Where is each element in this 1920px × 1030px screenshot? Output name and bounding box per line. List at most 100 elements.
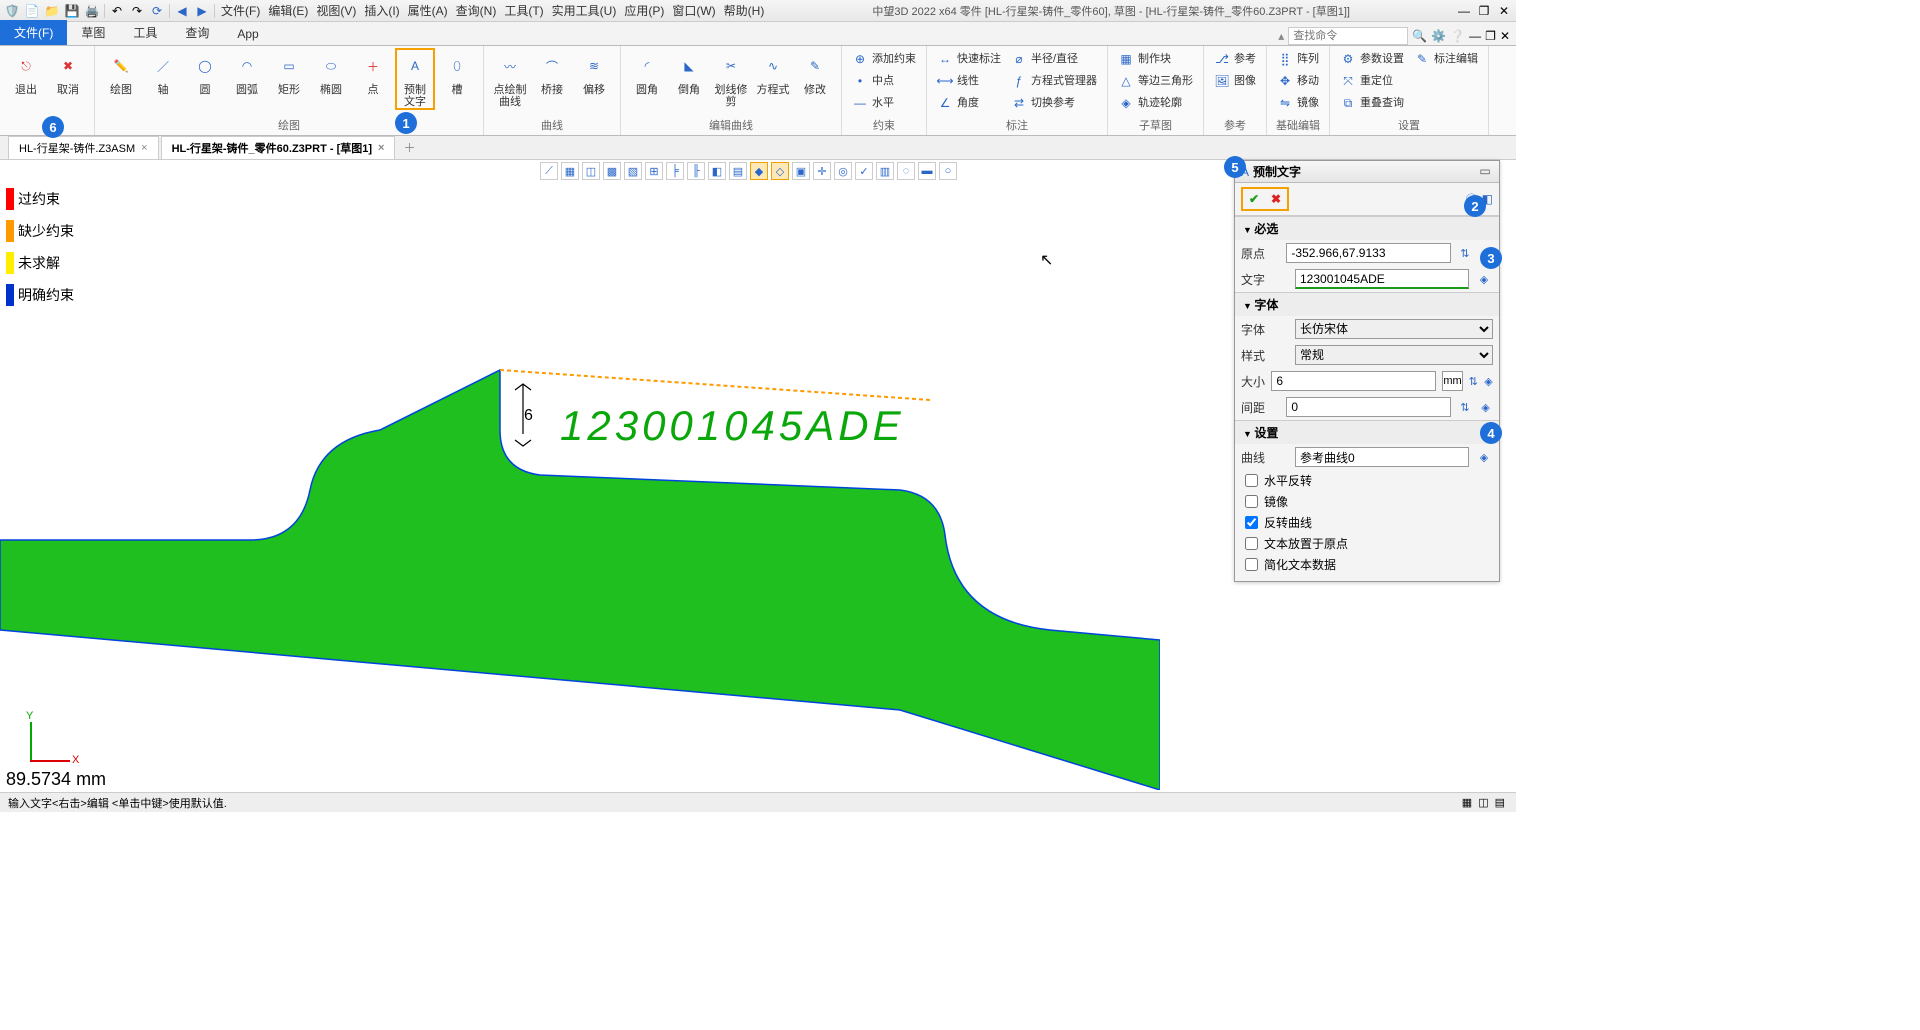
spinner-icon[interactable]: ⇅ — [1457, 398, 1472, 416]
ribbon-tab-tools[interactable]: 工具 — [119, 20, 171, 45]
panel-close-icon[interactable]: ▭ — [1477, 164, 1493, 180]
help-icon[interactable]: ❔ — [1450, 29, 1465, 43]
confirm-button[interactable]: ✔ — [1243, 189, 1265, 209]
vt-btn[interactable]: ╞ — [666, 162, 684, 180]
mirror-edit-button[interactable]: ⇋镜像 — [1273, 92, 1323, 114]
image-button[interactable]: 🖼图像 — [1210, 70, 1260, 92]
equation-button[interactable]: ∿方程式 — [753, 48, 793, 98]
open-icon[interactable]: 📁 — [44, 3, 60, 19]
menu-view[interactable]: 视图(V) — [314, 2, 358, 19]
minimize-icon[interactable]: — — [1456, 3, 1472, 19]
status-icon[interactable]: ▦ — [1459, 796, 1475, 809]
refresh-icon[interactable]: ⟳ — [149, 3, 165, 19]
fillet-button[interactable]: ◜圆角 — [627, 48, 667, 98]
modify-button[interactable]: ✎修改 — [795, 48, 835, 98]
vt-btn[interactable]: ▣ — [792, 162, 810, 180]
vt-btn[interactable]: ▧ — [624, 162, 642, 180]
rect-button[interactable]: ▭矩形 — [269, 48, 309, 98]
offset-button[interactable]: ≋偏移 — [574, 48, 614, 98]
trim-button[interactable]: ✂划线修剪 — [711, 48, 751, 110]
restore-icon[interactable]: ❐ — [1476, 3, 1492, 19]
quickdim-button[interactable]: ↔快速标注 — [933, 48, 1005, 70]
doc-tab-part[interactable]: HL-行星架-铸件_零件60.Z3PRT - [草图1]× — [161, 136, 396, 159]
vt-btn[interactable]: ╟ — [687, 162, 705, 180]
paramset-button[interactable]: ⚙参数设置 — [1336, 48, 1408, 70]
spacing-input[interactable] — [1286, 397, 1451, 417]
radius-button[interactable]: ⌀半径/直径 — [1007, 48, 1101, 70]
vt-btn[interactable]: ○ — [939, 162, 957, 180]
command-search-input[interactable] — [1288, 27, 1408, 45]
makeblock-button[interactable]: ▦制作块 — [1114, 48, 1197, 70]
arc-button[interactable]: ◠圆弧 — [227, 48, 267, 98]
redo-icon[interactable]: ↷ — [129, 3, 145, 19]
size-input[interactable] — [1271, 371, 1436, 391]
new-icon[interactable]: 📄 — [24, 3, 40, 19]
menu-window[interactable]: 窗口(W) — [670, 2, 717, 19]
style-select[interactable]: 常规 — [1295, 345, 1493, 365]
vt-btn[interactable]: ◇ — [771, 162, 789, 180]
linear-button[interactable]: ⟷线性 — [933, 70, 1005, 92]
spinner-icon[interactable]: ⇅ — [1457, 244, 1472, 262]
ribbon-tab-sketch[interactable]: 草图 — [67, 20, 119, 45]
vt-btn[interactable]: ▩ — [603, 162, 621, 180]
section-settings[interactable]: 设置 — [1235, 421, 1499, 444]
chamfer-button[interactable]: ◣倒角 — [669, 48, 709, 98]
undo-icon[interactable]: ↶ — [109, 3, 125, 19]
point-button[interactable]: ＋点 — [353, 48, 393, 98]
midpoint-button[interactable]: •中点 — [848, 70, 920, 92]
status-icon[interactable]: ▤ — [1492, 796, 1508, 809]
vt-btn[interactable]: ▥ — [876, 162, 894, 180]
bridge-button[interactable]: ⌒桥接 — [532, 48, 572, 98]
reference-button[interactable]: ⎇参考 — [1210, 48, 1260, 70]
exit-button[interactable]: ⎋退出 — [6, 48, 46, 98]
cancel-panel-button[interactable]: ✖ — [1265, 189, 1287, 209]
overlapquery-button[interactable]: ⧉重叠查询 — [1336, 92, 1408, 114]
vt-btn[interactable]: ◧ — [708, 162, 726, 180]
menu-edit[interactable]: 编辑(E) — [266, 2, 310, 19]
vt-btn[interactable]: ✛ — [813, 162, 831, 180]
close-icon[interactable]: ✕ — [1496, 3, 1512, 19]
axis-button[interactable]: ／轴 — [143, 48, 183, 98]
close-icon[interactable]: × — [141, 142, 147, 154]
status-icon[interactable]: ◫ — [1475, 796, 1491, 809]
vt-btn[interactable]: ◌ — [897, 162, 915, 180]
gear-icon[interactable]: ⚙️ — [1431, 29, 1446, 43]
vt-btn[interactable]: ▤ — [729, 162, 747, 180]
section-required[interactable]: 必选 — [1235, 217, 1499, 240]
doc-tab-asm[interactable]: HL-行星架-铸件.Z3ASM× — [8, 136, 159, 159]
trackprofile-button[interactable]: ◈轨迹轮廓 — [1114, 92, 1197, 114]
add-tab-icon[interactable]: ＋ — [397, 139, 421, 156]
chk-hflip[interactable] — [1245, 474, 1258, 487]
picker-icon[interactable]: ◈ — [1478, 398, 1493, 416]
array-button[interactable]: ⣿阵列 — [1273, 48, 1323, 70]
origin-input[interactable] — [1286, 243, 1451, 263]
move-button[interactable]: ✥移动 — [1273, 70, 1323, 92]
menu-file[interactable]: 文件(F) — [219, 2, 262, 19]
curve-input[interactable] — [1295, 447, 1469, 467]
slot-button[interactable]: ⬯槽 — [437, 48, 477, 98]
spinner-icon[interactable]: ⇅ — [1469, 372, 1478, 390]
chk-simplify[interactable] — [1245, 558, 1258, 571]
eqmgr-button[interactable]: ƒ方程式管理器 — [1007, 70, 1101, 92]
window-restore-icon[interactable]: ❐ — [1485, 29, 1496, 43]
ribbon-tab-file[interactable]: 文件(F) — [0, 20, 67, 45]
ribbon-tab-query[interactable]: 查询 — [171, 20, 223, 45]
toggleref-button[interactable]: ⇄切换参考 — [1007, 92, 1101, 114]
pointcurve-button[interactable]: 〰点绘制曲线 — [490, 48, 530, 110]
ribbon-collapse-icon[interactable]: ▴ — [1278, 29, 1284, 43]
menu-app[interactable]: 应用(P) — [622, 2, 666, 19]
picker-icon[interactable]: ◈ — [1484, 372, 1493, 390]
close-icon[interactable]: × — [378, 142, 384, 154]
vt-btn[interactable]: ⟋ — [540, 162, 558, 180]
ribbon-tab-app[interactable]: App — [223, 23, 272, 45]
font-select[interactable]: 长仿宋体 — [1295, 319, 1493, 339]
preset-text-button[interactable]: A预制文字 — [395, 48, 435, 110]
vt-btn[interactable]: ▦ — [561, 162, 579, 180]
add-constraint-button[interactable]: ⊕添加约束 — [848, 48, 920, 70]
circle-button[interactable]: ◯圆 — [185, 48, 225, 98]
text-input[interactable] — [1295, 269, 1469, 289]
reposition-button[interactable]: ⤧重定位 — [1336, 70, 1408, 92]
picker-icon[interactable]: ◈ — [1475, 270, 1493, 288]
vt-btn[interactable]: ▬ — [918, 162, 936, 180]
menu-attr[interactable]: 属性(A) — [406, 2, 450, 19]
